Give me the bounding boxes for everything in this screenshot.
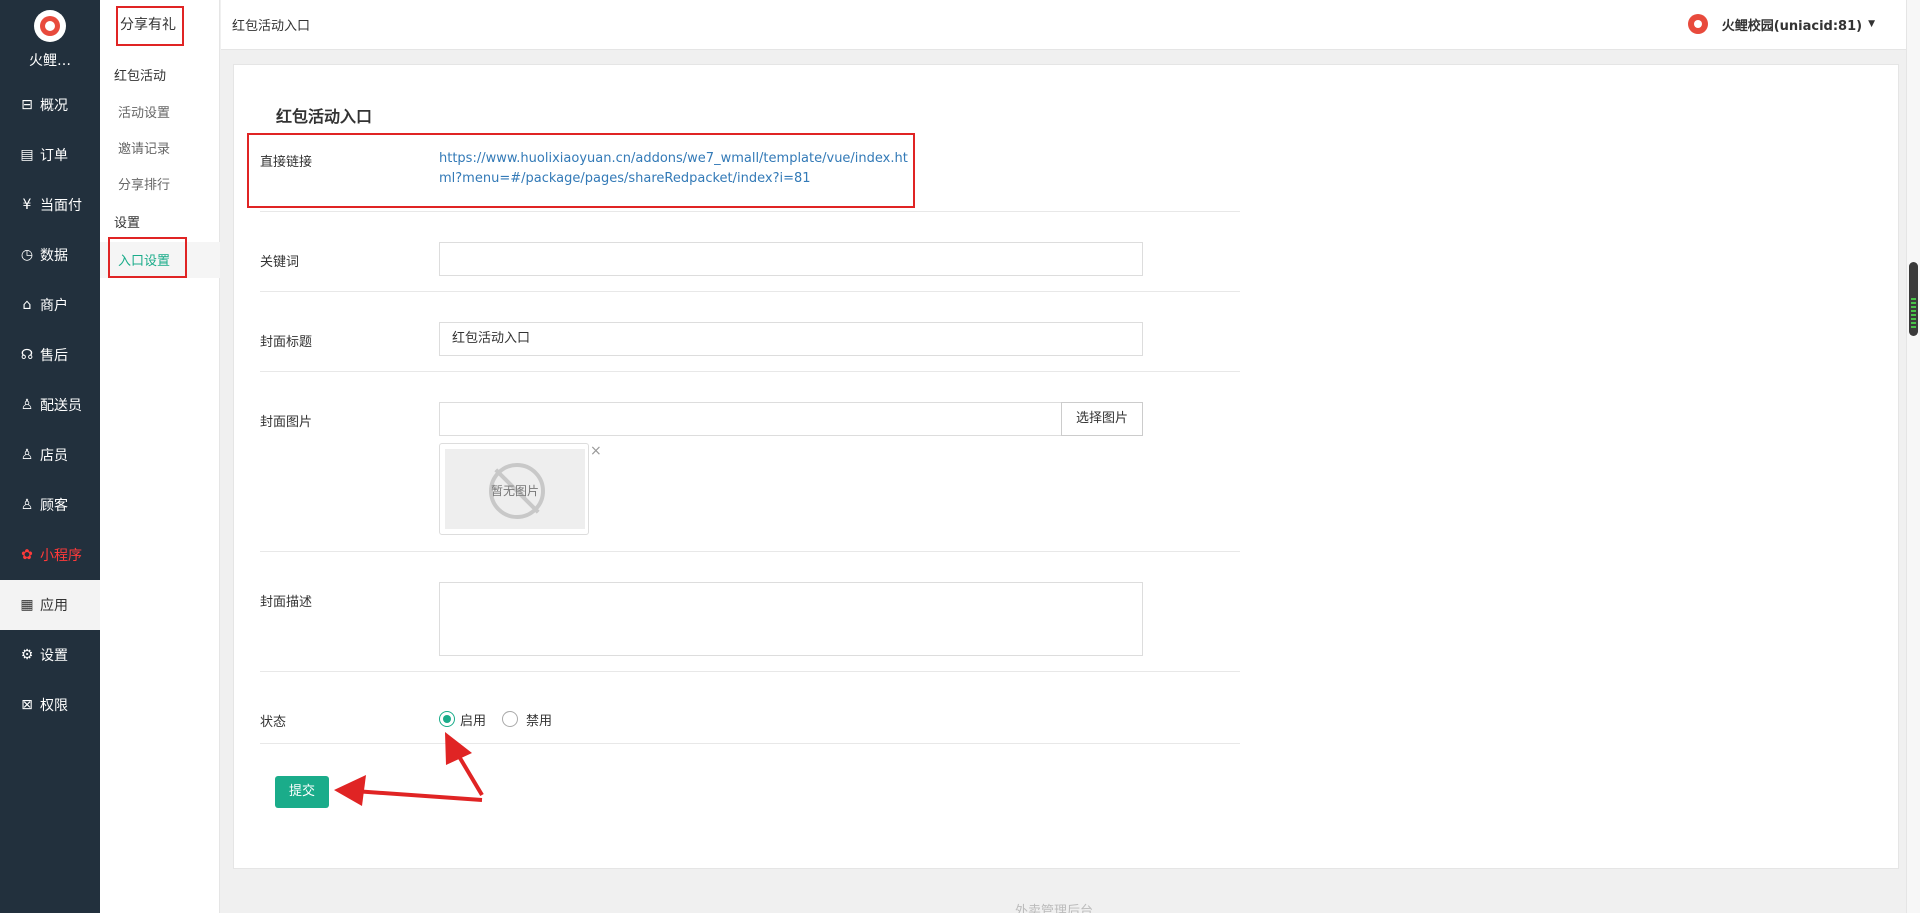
nav-item-courier[interactable]: ♙ 配送员: [0, 380, 100, 430]
courier-icon: ♙: [20, 397, 34, 413]
chevron-down-icon: ▼: [1868, 19, 1875, 29]
top-header: 红包活动入口 火鲤校园(uniacid:81) ▼: [221, 0, 1920, 50]
keyword-input[interactable]: [439, 242, 1143, 276]
status-enabled-radio[interactable]: [439, 711, 455, 727]
status-disabled-label[interactable]: 禁用: [526, 710, 552, 729]
sub-link-activity-settings[interactable]: 活动设置: [118, 102, 170, 121]
nav-label: 数据: [40, 248, 68, 264]
order-icon: ▤: [20, 147, 34, 163]
sub-link-invite-records[interactable]: 邀请记录: [118, 138, 170, 157]
clerk-icon: ♙: [20, 447, 34, 463]
select-image-button[interactable]: 选择图片: [1061, 402, 1143, 436]
settings-icon: ⚙: [20, 647, 34, 663]
nav-label: 权限: [40, 698, 68, 714]
nav-item-customer[interactable]: ♙ 顾客: [0, 480, 100, 530]
cover-title-input[interactable]: 红包活动入口: [439, 322, 1143, 356]
after-sale-icon: ☊: [20, 347, 34, 363]
sub-group-redpacket: 红包活动: [114, 69, 167, 84]
data-icon: ◷: [20, 247, 34, 263]
nav-label: 店员: [40, 448, 68, 464]
cover-image-label: 封面图片: [260, 415, 313, 430]
account-logo-icon: [1687, 14, 1708, 34]
cover-desc-label: 封面描述: [260, 595, 313, 610]
sub-link-share-ranking[interactable]: 分享排行: [118, 174, 170, 193]
store-icon: ⌂: [22, 297, 32, 313]
nav-label: 售后: [40, 348, 68, 364]
nav-label: 应用: [40, 598, 68, 614]
status-disabled-radio[interactable]: [502, 711, 518, 727]
pay-icon: ¥: [22, 197, 32, 213]
nav-item-data[interactable]: ◷ 数据: [0, 230, 100, 280]
nav-label: 订单: [40, 148, 68, 164]
cover-desc-textarea[interactable]: [439, 582, 1143, 656]
page-title: 红包活动入口: [276, 107, 373, 126]
divider: [260, 371, 1240, 372]
keyword-label: 关键词: [260, 255, 300, 270]
nav-item-store[interactable]: ⌂ 商户: [0, 280, 100, 330]
image-preview: 暂无图片: [439, 443, 589, 535]
permission-icon: ⊠: [21, 697, 33, 713]
annotation-box-subnav-title: [116, 6, 184, 46]
overview-icon: ⊟: [21, 97, 33, 113]
main-sidebar: 火鲤… ⊟ 概况 ▤ 订单 ¥ 当面付 ◷ 数据 ⌂ 商户 ☊ 售后 ♙ 配送员 ♙ 店员 ♙ 顾…: [0, 0, 100, 913]
nav-label: 商户: [40, 298, 68, 314]
cover-image-input[interactable]: [439, 402, 1062, 436]
apps-icon: ▦: [20, 597, 34, 613]
nav-item-apps[interactable]: ▦ 应用: [0, 580, 100, 630]
scroll-thumb[interactable]: [1909, 262, 1918, 336]
app-logo-icon: [34, 10, 66, 42]
nav-item-orders[interactable]: ▤ 订单: [0, 130, 100, 180]
account-menu[interactable]: 火鲤校园(uniacid:81) ▼: [1687, 14, 1875, 34]
nav-label: 顾客: [40, 498, 68, 514]
nav-label: 当面付: [40, 198, 82, 214]
divider: [260, 211, 1240, 212]
divider: [260, 743, 1240, 744]
miniprogram-icon: ✿: [21, 547, 33, 563]
nav-label: 设置: [40, 648, 68, 664]
nav-item-pay[interactable]: ¥ 当面付: [0, 180, 100, 230]
submit-button[interactable]: 提交: [275, 776, 329, 808]
nav-item-after-sale[interactable]: ☊ 售后: [0, 330, 100, 380]
nav-item-overview[interactable]: ⊟ 概况: [0, 80, 100, 130]
sub-sidebar: 分享有礼 红包活动 活动设置 邀请记录 分享排行 设置 入口设置: [100, 0, 220, 913]
sub-group-settings: 设置: [114, 216, 141, 231]
annotation-box-entry-settings: [108, 237, 187, 278]
divider: [260, 551, 1240, 552]
page-scrollbar[interactable]: [1906, 0, 1920, 913]
annotation-box-direct-link: [247, 133, 915, 208]
nav-label: 配送员: [40, 398, 82, 414]
customer-icon: ♙: [20, 497, 34, 513]
divider: [260, 291, 1240, 292]
nav-item-clerk[interactable]: ♙ 店员: [0, 430, 100, 480]
status-label: 状态: [260, 715, 287, 730]
nav-label: 小程序: [40, 548, 82, 564]
nav-item-permission[interactable]: ⊠ 权限: [0, 680, 100, 730]
divider: [260, 671, 1240, 672]
nav-label: 概况: [40, 98, 68, 114]
account-name: 火鲤校园(uniacid:81): [1721, 18, 1863, 34]
brand-area[interactable]: 火鲤…: [0, 0, 100, 80]
remove-image-icon[interactable]: ×: [590, 443, 602, 459]
cover-title-label: 封面标题: [260, 335, 313, 350]
nav-item-settings[interactable]: ⚙ 设置: [0, 630, 100, 680]
brand-name: 火鲤…: [29, 53, 71, 69]
breadcrumb: 红包活动入口: [232, 19, 311, 34]
nav-item-miniprogram[interactable]: ✿ 小程序: [0, 530, 100, 580]
no-image-text: 暂无图片: [490, 484, 539, 498]
status-enabled-label[interactable]: 启用: [460, 710, 486, 729]
footer-text: 外卖管理后台: [1015, 904, 1094, 913]
